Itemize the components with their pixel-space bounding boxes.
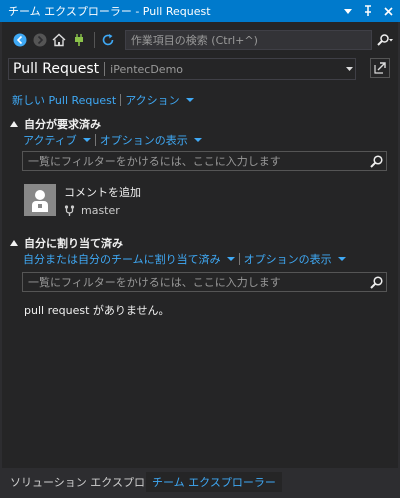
search-icon[interactable] — [372, 31, 398, 49]
filter-placeholder: 一覧にフィルターをかけるには、ここに入力します — [28, 155, 281, 168]
chevron-down-icon[interactable] — [193, 138, 202, 142]
collapse-triangle-icon[interactable] — [10, 121, 18, 127]
filter-placeholder: 一覧にフィルターをかけるには、ここに入力します — [28, 276, 281, 289]
bottom-tab-strip: ソリューション エクスプローラー チーム エクスプローラー — [0, 470, 400, 498]
close-icon[interactable] — [380, 3, 396, 19]
chevron-down-icon[interactable] — [343, 67, 355, 71]
toolbar: 作業項目の検索 (Ctrl+^) — [2, 28, 398, 52]
project-name: iPentecDemo — [110, 62, 184, 76]
page-title: Pull Request — [13, 61, 100, 77]
requested-filter-links: アクティブ オプションの表示 — [23, 132, 202, 148]
section-assigned-to-me[interactable]: 自分に割り当て済み — [10, 235, 123, 251]
chevron-down-icon[interactable] — [337, 257, 346, 261]
home-icon[interactable] — [51, 31, 68, 49]
pull-request-title[interactable]: コメントを追加 — [64, 184, 141, 200]
link-separator — [238, 253, 240, 265]
chevron-down-icon[interactable] — [185, 98, 194, 102]
avatar — [24, 184, 56, 216]
search-icon[interactable] — [366, 273, 386, 291]
assigned-filter-links: 自分または自分のチームに割り当て済み オプションの表示 — [23, 251, 346, 267]
connect-plug-icon[interactable] — [71, 31, 88, 49]
status-filter-link[interactable]: アクティブ — [23, 132, 77, 148]
action-links: 新しい Pull Request アクション — [12, 92, 194, 108]
link-separator — [120, 94, 122, 106]
forward-icon[interactable] — [32, 31, 49, 49]
refresh-icon[interactable] — [99, 31, 116, 49]
pin-icon[interactable] — [360, 3, 376, 19]
section-title: 自分に割り当て済み — [24, 237, 123, 250]
section-requested-by-me[interactable]: 自分が要求済み — [10, 116, 101, 132]
empty-state-message: pull request がありません。 — [24, 304, 170, 317]
window-titlebar: チーム エクスプローラー - Pull Request — [0, 0, 400, 22]
branch-name: master — [81, 204, 120, 217]
collapse-triangle-icon[interactable] — [10, 240, 18, 246]
view-options-link[interactable]: オプションの表示 — [100, 132, 188, 148]
tab-team-explorer[interactable]: チーム エクスプローラー — [146, 472, 282, 492]
navigate-out-icon[interactable] — [370, 58, 390, 78]
toolbar-separator — [94, 32, 96, 48]
page-header-selector[interactable]: Pull Request iPentecDemo — [8, 58, 356, 80]
section-title: 自分が要求済み — [24, 118, 101, 131]
team-explorer-panel: 作業項目の検索 (Ctrl+^) Pull Request iPentecDem… — [2, 22, 398, 468]
work-item-search-input[interactable]: 作業項目の検索 (Ctrl+^) — [124, 30, 373, 50]
branch-icon — [64, 205, 75, 216]
search-placeholder: 作業項目の検索 (Ctrl+^) — [130, 34, 258, 47]
view-options-link[interactable]: オプションの表示 — [244, 251, 332, 267]
search-icon[interactable] — [366, 152, 386, 170]
actions-menu-link[interactable]: アクション — [125, 92, 179, 108]
assigned-filter-input[interactable]: 一覧にフィルターをかけるには、ここに入力します — [22, 272, 387, 292]
window-title: チーム エクスプローラー - Pull Request — [8, 5, 211, 18]
dropdown-arrow-icon[interactable] — [340, 3, 356, 19]
requested-filter-input[interactable]: 一覧にフィルターをかけるには、ここに入力します — [22, 151, 387, 171]
chevron-down-icon[interactable] — [82, 138, 91, 142]
link-separator — [94, 134, 96, 146]
pull-request-item[interactable]: コメントを追加 master — [24, 182, 324, 218]
new-pull-request-link[interactable]: 新しい Pull Request — [12, 92, 116, 108]
header-separator — [104, 62, 106, 76]
chevron-down-icon[interactable] — [226, 257, 235, 261]
back-icon[interactable] — [12, 31, 29, 49]
assignment-scope-link[interactable]: 自分または自分のチームに割り当て済み — [23, 251, 221, 267]
